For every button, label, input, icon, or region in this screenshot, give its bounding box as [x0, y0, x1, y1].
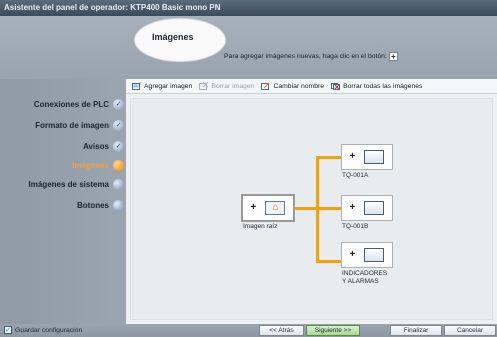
screen-label-indicadores: INDICADORES Y ALARMAS — [342, 270, 388, 285]
delete-screen-button[interactable]: Borrar imagen — [199, 82, 254, 90]
screen-node-tq-001b[interactable]: + — [341, 195, 393, 221]
delete-all-screens-button[interactable]: Borrar todas las imágenes — [331, 82, 422, 90]
bubble-tail — [212, 36, 226, 50]
sidebar-item-label: Imágenes de sistema — [28, 179, 109, 189]
connector-child-3 — [316, 260, 341, 263]
sidebar-item-label: Imágenes — [72, 160, 109, 170]
delete-all-label: Borrar todas las imágenes — [343, 82, 423, 90]
add-child-screen-button[interactable]: + — [350, 203, 356, 213]
rename-button[interactable]: Cambiar nombre — [261, 82, 324, 90]
hint-plus-icon: + — [388, 52, 398, 61]
delete-screen-label: Borrar imagen — [211, 82, 255, 90]
sidebar-item-screen-format[interactable]: Formato de imagen ✓ — [35, 119, 126, 131]
wizard-steps-sidebar: Conexiones de PLC ✓ Formato de imagen ✓ … — [0, 79, 126, 324]
sidebar-item-label: Formato de imagen — [35, 120, 109, 130]
add-screen-button[interactable]: Agregar imagen — [132, 82, 192, 90]
save-config-checkbox[interactable]: ✓ Guardar configuración — [4, 326, 82, 334]
add-child-screen-button[interactable]: + — [350, 250, 356, 260]
root-screen-label: Imagen raíz — [243, 223, 278, 230]
rename-icon — [261, 82, 270, 90]
wizard-window: Asistente del panel de operador: KTP400 … — [0, 0, 497, 337]
cancel-button[interactable]: Cancelar — [444, 325, 496, 336]
screen-tree-canvas: + ⌂ Imagen raíz + TQ-001A + TQ-001B + IN… — [126, 94, 497, 324]
connector-child-2 — [316, 207, 341, 210]
next-button[interactable]: Siguiente >> — [306, 325, 360, 336]
home-icon: ⌂ — [265, 201, 286, 215]
pending-step-icon — [113, 178, 124, 190]
add-child-screen-button[interactable]: + — [350, 152, 356, 162]
screen-icon — [364, 201, 385, 215]
hint: Para agregar imágenes nuevas, haga clic … — [224, 52, 398, 61]
window-title: Asistente del panel de operador: KTP400 … — [0, 0, 497, 16]
page-title: Imágenes — [152, 32, 194, 42]
checkbox-checked-icon: ✓ — [4, 326, 12, 334]
screen-node-tq-001a[interactable]: + — [341, 144, 393, 170]
check-icon: ✓ — [113, 140, 124, 152]
save-config-label: Guardar configuración — [15, 326, 83, 334]
rename-label: Cambiar nombre — [273, 82, 325, 90]
delete-screen-icon — [199, 82, 209, 90]
pending-step-icon — [113, 199, 124, 211]
back-button[interactable]: << Atrás — [259, 325, 304, 336]
active-step-icon — [113, 159, 124, 171]
screen-node-indicadores[interactable]: + — [341, 242, 393, 268]
screen-icon — [364, 150, 385, 164]
sidebar-item-label: Conexiones de PLC — [33, 99, 109, 109]
connector-child-1 — [316, 156, 341, 159]
hint-text: Para agregar imágenes nuevas, haga clic … — [224, 53, 387, 60]
sidebar-item-alarms[interactable]: Avisos ✓ — [83, 140, 126, 152]
add-child-screen-button[interactable]: + — [251, 203, 257, 213]
check-icon: ✓ — [113, 98, 124, 110]
add-screen-label: Agregar imagen — [144, 82, 193, 90]
connector-root — [294, 207, 318, 210]
screen-icon — [364, 248, 385, 262]
delete-all-icon — [331, 83, 341, 90]
check-icon: ✓ — [113, 119, 124, 131]
sidebar-item-screens[interactable]: Imágenes — [72, 159, 126, 171]
sidebar-item-buttons[interactable]: Botones — [77, 199, 126, 211]
add-screen-icon — [132, 82, 141, 90]
sidebar-item-label: Avisos — [83, 141, 109, 151]
wizard-footer: ✓ Guardar configuración << Atrás Siguien… — [0, 324, 497, 337]
sidebar-item-label: Botones — [77, 200, 109, 210]
sidebar-item-system-screens[interactable]: Imágenes de sistema — [29, 178, 126, 190]
root-screen-node[interactable]: + ⌂ — [241, 194, 295, 222]
sidebar-item-plc-connections[interactable]: Conexiones de PLC ✓ — [34, 98, 126, 110]
screen-label-tq-001b: TQ-001B — [342, 223, 369, 230]
screen-label-tq-001a: TQ-001A — [342, 172, 369, 179]
screens-toolbar: Agregar imagen Borrar imagen Cambiar nom… — [126, 79, 497, 94]
finish-button[interactable]: Finalizar — [390, 325, 442, 336]
header-band — [0, 16, 497, 79]
